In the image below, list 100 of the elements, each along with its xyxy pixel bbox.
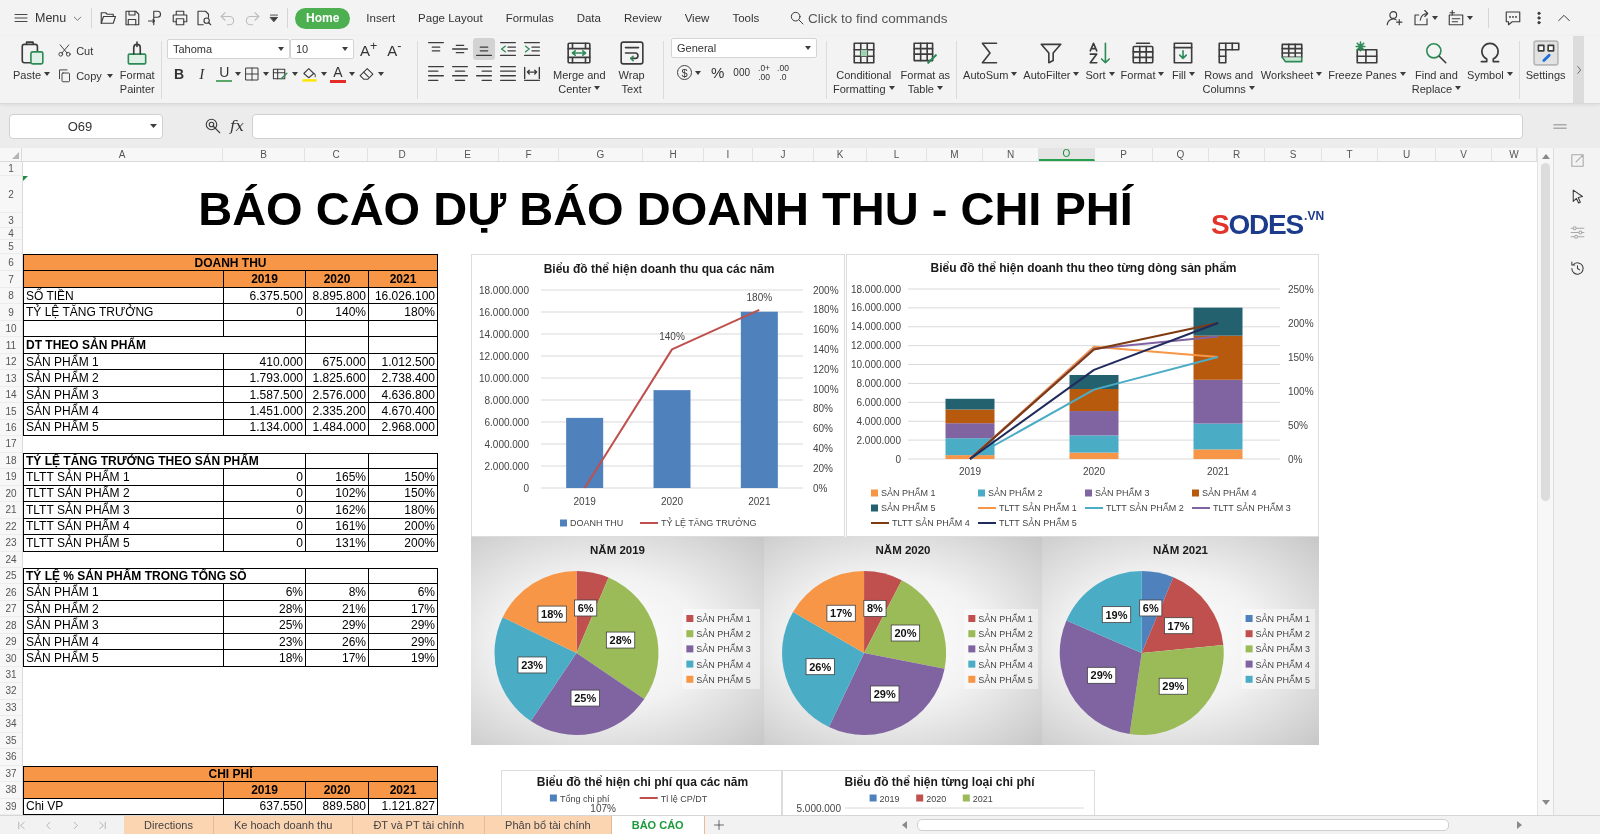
table-cell: 8% [306,584,369,601]
table-cell: 2.335.200 [306,403,369,420]
table-cell: SẢN PHẨM 3 [23,617,224,634]
legend-label: TLTT SẢN PHẨM 1 [999,503,1077,514]
axis-label: 100% [1288,385,1314,397]
table-cell: TLTT SẢN PHẨM 4 [23,518,224,536]
axis-label: 18.000.000 [850,283,901,295]
table-cell: SẢN PHẨM 2 [23,370,224,387]
table-cell: SẢN PHẨM 1 [23,584,224,601]
legend-label: TLTT SẢN PHẨM 5 [999,518,1077,529]
table-cell: 0 [224,502,306,519]
chart-title: NĂM 2021 [1153,544,1208,556]
header-cell: 2020 [306,782,369,799]
chart-title: Biểu đồ thể hiện doanh thu theo từng dòng sản phẩm [930,261,1237,275]
data-label: 29% [1090,669,1113,682]
table-cell: 140% [306,304,369,321]
data-label: 6% [574,599,598,617]
legend-label: 2019 [879,793,900,804]
header-cell: 2021 [369,782,438,799]
table-cell: 180% [369,304,438,321]
legend-label: SẢN PHẨM 1 [696,614,751,624]
legend-label: SẢN PHẨM 1 [1255,614,1311,624]
table-cell: TỶ LỆ % SẢN PHẨM TRONG TỔNG SỐ [23,567,306,585]
axis-label: 8.000.000 [484,394,529,406]
table-cell: SẢN PHẨM 5 [23,650,224,667]
table-cell: 17% [306,650,369,667]
axis-label: 2020 [1082,466,1106,477]
legend-label: SẢN PHẨM 1 [978,614,1033,624]
table-cell: 200% [369,518,438,536]
axis-label: 14.000.000 [478,328,529,340]
axis-label: 2019 [573,496,596,507]
table-cell: 162% [306,502,369,519]
table-cell: 6% [224,584,306,601]
table-cell: 0 [224,304,306,321]
header-cell: DOANH THU [23,254,438,271]
legend-label: SẢN PHẨM 1 [881,488,936,499]
axis-label: 12.000.000 [850,340,901,352]
table-cell: 0 [224,485,306,503]
table-cell: 2.576.000 [306,386,369,404]
chart-title: Biểu đồ thể hiện chi phí qua các năm [536,775,749,789]
chart-title: Biểu đồ thể hiện từng loại chi phí [844,775,1035,789]
table-cell: 6% [369,584,438,601]
table-cell: TLTT SẢN PHẨM 3 [23,502,224,519]
legend-label: SẢN PHẨM 2 [978,629,1033,640]
table-cell: 150% [369,469,438,486]
axis-label: 0% [813,482,828,494]
table-cell: SẢN PHẨM 4 [23,633,224,651]
data-label: 28% [609,634,632,647]
axis-label: 2.000.000 [856,434,901,446]
table-cell: SỐ TIỀN [23,288,224,305]
table-cell: 200% [369,535,438,552]
legend-label: 2021 [972,793,993,804]
data-label: 26% [809,660,832,673]
header-cell: 2020 [306,271,369,288]
axis-label: 4.000.000 [856,415,901,427]
axis-label: 16.000.000 [478,306,529,318]
table-cell: 16.026.100 [369,288,438,305]
table-cell: 165% [306,469,369,486]
table-cell: TỶ LỆ TĂNG TRƯỞNG THEO SẢN PHẨM [23,452,306,470]
legend-label: SẢN PHẨM 5 [881,503,936,514]
data-label: 140% [659,331,685,343]
axis-label: 160% [813,324,839,336]
table-cell: 675.000 [306,353,369,371]
axis-label: 120% [813,363,839,375]
header-cell: 2019 [224,271,306,288]
header-cell: 2019 [224,782,306,799]
axis-label: 140% [813,343,839,355]
legend-label: SẢN PHẨM 3 [1095,488,1150,499]
axis-label: 40% [813,442,833,454]
data-label: 180% [746,291,773,303]
chart-title: NĂM 2020 [875,544,931,556]
table-cell: 1.134.000 [224,419,306,437]
data-label: 29% [1087,666,1117,684]
data-label: 25% [574,692,597,705]
data-label: 17% [1164,617,1194,635]
table-cell: 2.968.000 [369,419,438,437]
axis-label: 50% [1288,419,1308,431]
data-label: 29% [1158,677,1188,695]
table-cell: TLTT SẢN PHẨM 2 [23,485,224,503]
axis-label: 100% [813,383,839,395]
table-cell: 18% [224,650,306,667]
table-cell: SẢN PHẨM 5 [23,419,224,437]
data-label: 8% [863,600,887,617]
axis-label: 10.000.000 [478,372,529,384]
data-label: 29% [870,685,900,703]
legend-label: Tỉ lệ CP/DT [660,793,708,804]
table-cell: 17% [369,600,438,618]
table-cell: TỶ LỆ TĂNG TRƯỞNG [23,304,224,321]
axis-label: 2019 [958,466,982,477]
table-cell: DT THEO SẢN PHẨM [23,337,306,354]
axis-label: 0 [895,453,901,465]
axis-label: 200% [813,284,839,296]
legend-label: SẢN PHẨM 2 [988,488,1043,499]
axis-label: 4.000.000 [484,438,529,450]
legend-label: TLTT SẢN PHẨM 2 [1106,503,1184,514]
axis-label: 18.000.000 [478,284,529,296]
data-label: 29% [1162,680,1185,693]
data-label: 6% [1142,601,1159,614]
table-cell: 4.670.400 [369,403,438,420]
table-cell: 1.451.000 [224,403,306,420]
